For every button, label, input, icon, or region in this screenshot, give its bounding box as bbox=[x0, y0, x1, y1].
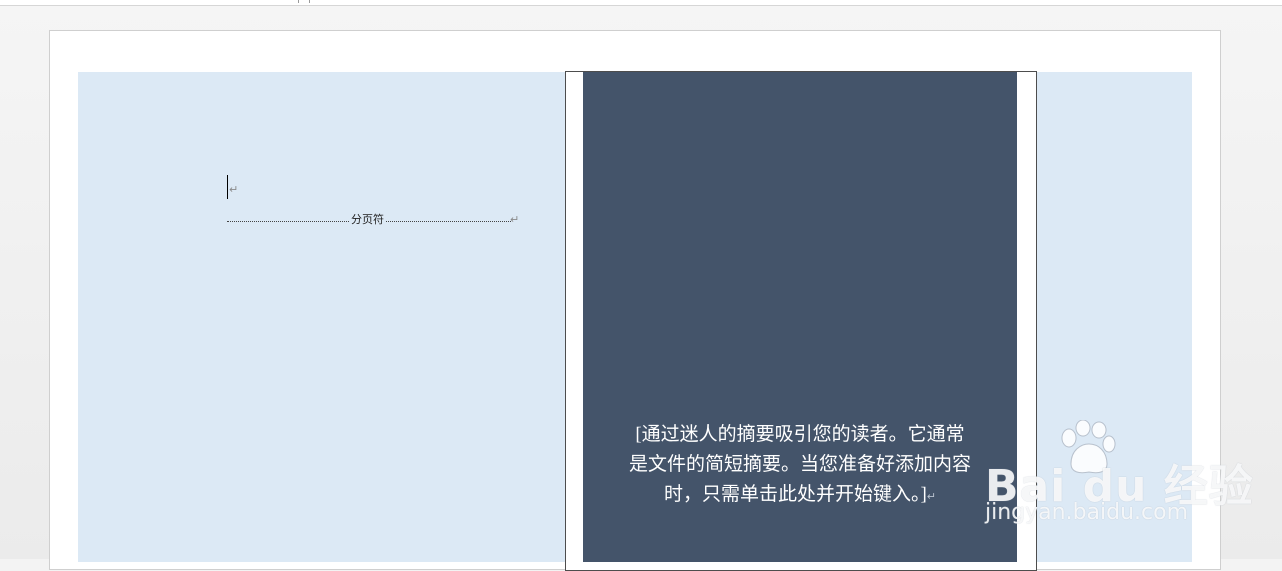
text-cursor bbox=[227, 175, 228, 199]
page-break[interactable]: 分页符 bbox=[227, 213, 511, 227]
paragraph-mark: ↵ bbox=[229, 183, 239, 196]
ruler-indent-marker[interactable] bbox=[298, 0, 310, 3]
abstract-placeholder[interactable]: [通过迷人的摘要吸引您的读者。它通常 是文件的简短摘要。当您准备好添加内容 时，… bbox=[608, 420, 992, 512]
abstract-line: [通过迷人的摘要吸引您的读者。它通常 bbox=[635, 424, 965, 445]
abstract-line-last: 时，只需单击此处并开始键入。]↵ bbox=[608, 480, 992, 512]
abstract-line: 是文件的简短摘要。当您准备好添加内容 bbox=[628, 454, 971, 475]
abstract-line-text: 时，只需单击此处并开始键入。] bbox=[663, 484, 927, 505]
paragraph-mark: ↵ bbox=[510, 213, 520, 226]
page-break-label: 分页符 bbox=[349, 213, 386, 227]
paragraph-mark: ↵ bbox=[926, 490, 937, 503]
